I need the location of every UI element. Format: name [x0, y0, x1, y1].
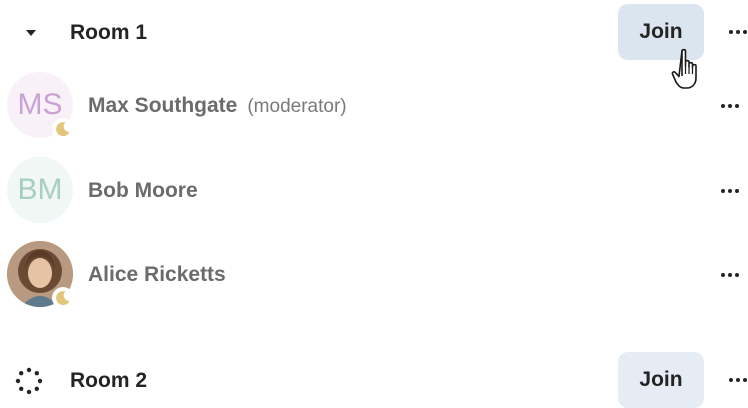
participant-name-text: Max Southgate	[88, 94, 238, 117]
participant-more-options-button[interactable]	[716, 94, 744, 118]
room-1-more-options-button[interactable]	[724, 20, 748, 44]
participant-row: BM Bob Moore	[0, 157, 748, 227]
room-1-header: Room 1 Join	[0, 4, 748, 60]
avatar-initials: MS	[17, 88, 63, 121]
more-options-icon	[729, 30, 747, 34]
participant-name: Bob Moore	[88, 179, 198, 203]
collapse-room-toggle[interactable]	[18, 20, 44, 46]
room-2-more-options-button[interactable]	[724, 368, 748, 392]
more-options-icon	[729, 378, 747, 382]
loading-spinner-icon	[15, 367, 43, 395]
room-name: Room 2	[70, 369, 148, 392]
more-options-icon	[721, 189, 739, 193]
more-options-icon	[721, 104, 739, 108]
participant-name: Max Southgate (moderator)	[88, 94, 347, 118]
participant-row: MS Max Southgate (moderator)	[0, 72, 748, 142]
away-status-icon	[52, 287, 74, 309]
participant-name: Alice Ricketts	[88, 263, 226, 287]
join-room-2-button[interactable]: Join	[618, 352, 704, 408]
room-name: Room 1	[70, 21, 148, 44]
join-room-1-button[interactable]: Join	[618, 4, 704, 60]
chevron-down-icon	[26, 30, 36, 36]
participant-more-options-button[interactable]	[716, 263, 744, 287]
more-options-icon	[721, 273, 739, 277]
away-status-icon	[52, 118, 74, 140]
participant-row: Alice Ricketts	[0, 241, 748, 311]
room-2-header: Room 2 Join	[0, 352, 748, 408]
participant-name-text: Alice Ricketts	[88, 263, 226, 286]
participant-role: (moderator)	[247, 96, 347, 117]
avatar: BM	[7, 157, 73, 223]
participant-name-text: Bob Moore	[88, 179, 198, 202]
participant-more-options-button[interactable]	[716, 179, 744, 203]
avatar-initials: BM	[17, 173, 63, 206]
